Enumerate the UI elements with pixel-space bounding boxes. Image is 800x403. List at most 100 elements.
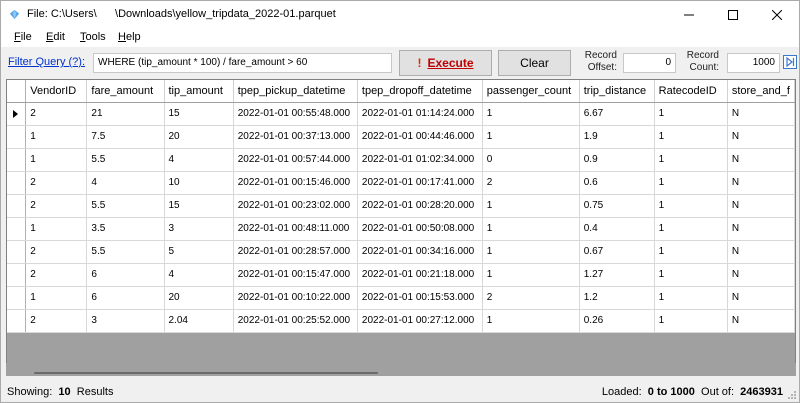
row-header-corner[interactable] <box>7 80 27 103</box>
table-cell[interactable]: 10 <box>164 171 234 195</box>
table-cell[interactable]: 1.27 <box>579 263 655 287</box>
table-cell[interactable]: 2 <box>482 286 580 310</box>
table-cell[interactable]: 1 <box>654 148 728 172</box>
table-cell[interactable]: 6.67 <box>579 102 655 126</box>
table-cell[interactable]: 2 <box>25 102 88 126</box>
column-header[interactable]: tip_amount <box>164 80 234 103</box>
table-cell[interactable]: 2022-01-01 00:55:48.000 <box>233 102 358 126</box>
table-cell[interactable]: N <box>727 194 795 218</box>
data-grid[interactable]: VendorID fare_amount tip_amount tpep_pic… <box>6 79 796 376</box>
row-header[interactable] <box>7 217 27 241</box>
table-cell[interactable]: 2 <box>25 240 88 264</box>
column-header[interactable]: passenger_count <box>482 80 580 103</box>
table-cell[interactable]: 1 <box>25 125 88 149</box>
table-cell[interactable]: 2022-01-01 00:21:18.000 <box>357 263 483 287</box>
table-cell[interactable]: 1 <box>654 263 728 287</box>
table-cell[interactable]: 1 <box>482 240 580 264</box>
execute-button[interactable]: ! Execute <box>399 50 492 76</box>
table-cell[interactable]: N <box>727 263 795 287</box>
table-cell[interactable]: N <box>727 125 795 149</box>
table-cell[interactable]: 15 <box>164 194 234 218</box>
table-cell[interactable]: 2022-01-01 00:17:41.000 <box>357 171 483 195</box>
table-cell[interactable]: 2022-01-01 00:37:13.000 <box>233 125 358 149</box>
table-cell[interactable]: 1 <box>482 263 580 287</box>
clear-button[interactable]: Clear <box>498 50 571 76</box>
table-cell[interactable]: 2022-01-01 00:28:20.000 <box>357 194 483 218</box>
table-cell[interactable]: 1 <box>482 125 580 149</box>
table-cell[interactable]: 2022-01-01 00:34:16.000 <box>357 240 483 264</box>
table-cell[interactable]: 1 <box>25 148 88 172</box>
table-cell[interactable]: N <box>727 286 795 310</box>
horizontal-scrollbar[interactable] <box>6 363 796 376</box>
table-cell[interactable]: 1 <box>654 240 728 264</box>
table-cell[interactable]: 21 <box>86 102 165 126</box>
table-cell[interactable]: 4 <box>86 171 165 195</box>
table-cell[interactable]: 0.4 <box>579 217 655 241</box>
table-row[interactable]: 1 6 20 2022-01-01 00:10:22.000 2022-01-01 00… <box>7 286 795 310</box>
table-row[interactable]: 2 5.5 5 2022-01-01 00:28:57.000 2022-01-01 0… <box>7 240 795 264</box>
table-cell[interactable]: 1 <box>654 309 728 333</box>
column-header[interactable]: fare_amount <box>86 80 165 103</box>
column-header[interactable]: tpep_pickup_datetime <box>233 80 358 103</box>
table-cell[interactable]: N <box>727 240 795 264</box>
row-header[interactable] <box>7 125 27 149</box>
table-cell[interactable]: 6 <box>86 263 165 287</box>
table-row[interactable]: 2 6 4 2022-01-01 00:15:47.000 2022-01-01 00:… <box>7 263 795 287</box>
table-cell[interactable]: 2.04 <box>164 309 234 333</box>
table-cell[interactable]: 3 <box>164 217 234 241</box>
close-button[interactable] <box>755 1 799 28</box>
table-cell[interactable]: 2022-01-01 00:44:46.000 <box>357 125 483 149</box>
table-cell[interactable]: 5 <box>164 240 234 264</box>
table-cell[interactable]: 5.5 <box>86 194 165 218</box>
table-cell[interactable]: 1 <box>654 102 728 126</box>
table-cell[interactable]: 1.9 <box>579 125 655 149</box>
table-cell[interactable]: 2022-01-01 00:15:53.000 <box>357 286 483 310</box>
filter-query-help-link[interactable]: Filter Query (?): <box>8 56 85 68</box>
table-cell[interactable]: 7.5 <box>86 125 165 149</box>
table-row[interactable]: 2 5.5 15 2022-01-01 00:23:02.000 2022-01-01 … <box>7 194 795 218</box>
row-header[interactable] <box>7 194 27 218</box>
table-cell[interactable]: 2 <box>25 263 88 287</box>
table-cell[interactable]: 0.75 <box>579 194 655 218</box>
table-cell[interactable]: 5.5 <box>86 148 165 172</box>
table-row[interactable]: 1 3.5 3 2022-01-01 00:48:11.000 2022-01-01 0… <box>7 217 795 241</box>
row-header[interactable] <box>7 309 27 333</box>
table-cell[interactable]: 1 <box>482 194 580 218</box>
column-header[interactable]: trip_distance <box>579 80 655 103</box>
table-cell[interactable]: 4 <box>164 263 234 287</box>
record-count-input[interactable]: 1000 <box>727 53 780 73</box>
table-cell[interactable]: 2 <box>25 309 88 333</box>
table-cell[interactable]: 2022-01-01 00:57:44.000 <box>233 148 358 172</box>
table-cell[interactable]: 3 <box>86 309 165 333</box>
column-header[interactable]: VendorID <box>25 80 88 103</box>
table-cell[interactable]: 20 <box>164 286 234 310</box>
column-header[interactable]: store_and_f <box>727 80 795 103</box>
row-header[interactable] <box>7 102 27 126</box>
record-offset-input[interactable]: 0 <box>623 53 676 73</box>
table-cell[interactable]: 0.26 <box>579 309 655 333</box>
menu-tools[interactable]: Tools <box>80 31 106 43</box>
table-cell[interactable]: 15 <box>164 102 234 126</box>
table-cell[interactable]: 1 <box>25 217 88 241</box>
row-header[interactable] <box>7 148 27 172</box>
table-cell[interactable]: 2 <box>25 194 88 218</box>
menu-help[interactable]: Help <box>118 31 141 43</box>
table-cell[interactable]: 6 <box>86 286 165 310</box>
menu-edit[interactable]: Edit <box>46 31 65 43</box>
column-header[interactable]: tpep_dropoff_datetime <box>357 80 483 103</box>
minimize-button[interactable] <box>667 1 711 28</box>
table-cell[interactable]: 3.5 <box>86 217 165 241</box>
table-cell[interactable]: N <box>727 217 795 241</box>
row-header[interactable] <box>7 240 27 264</box>
table-cell[interactable]: 1 <box>654 194 728 218</box>
table-cell[interactable]: 5.5 <box>86 240 165 264</box>
table-cell[interactable]: 1 <box>482 102 580 126</box>
resize-grip-icon[interactable] <box>787 390 797 400</box>
table-cell[interactable]: 2022-01-01 00:28:57.000 <box>233 240 358 264</box>
table-cell[interactable]: 2022-01-01 00:25:52.000 <box>233 309 358 333</box>
row-header[interactable] <box>7 286 27 310</box>
table-cell[interactable]: N <box>727 148 795 172</box>
table-cell[interactable]: 2022-01-01 00:48:11.000 <box>233 217 358 241</box>
table-cell[interactable]: 1 <box>25 286 88 310</box>
table-cell[interactable]: 0.6 <box>579 171 655 195</box>
